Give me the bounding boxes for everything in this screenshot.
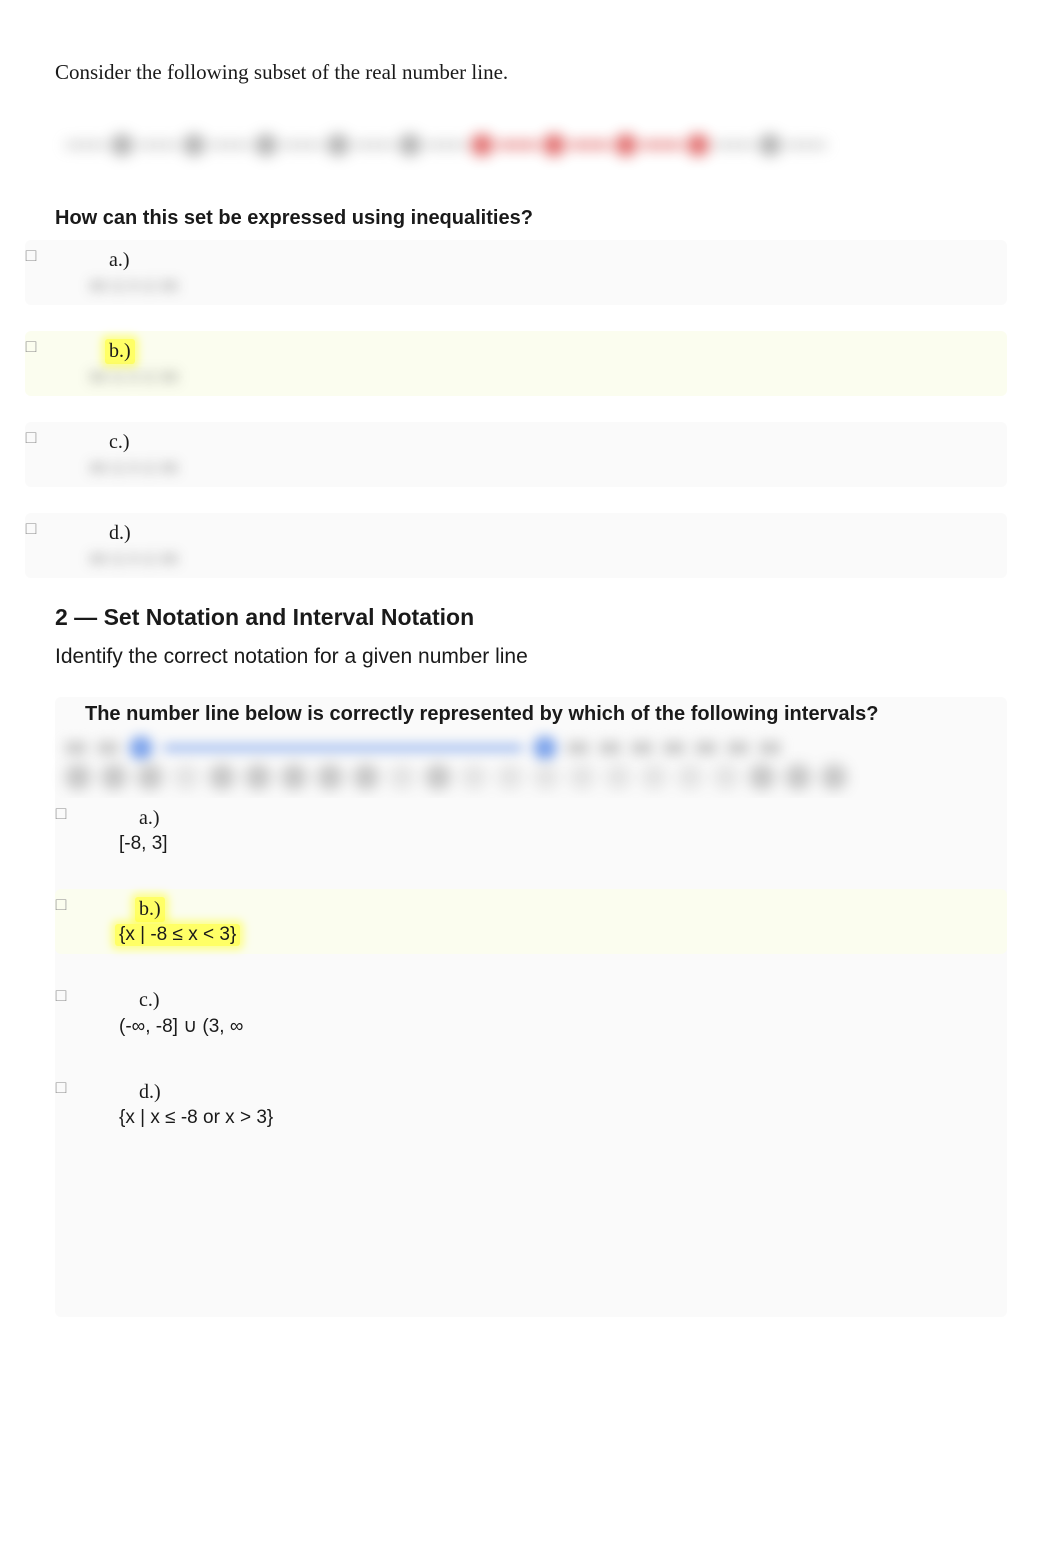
bullet-icon: 🞎 (55, 806, 67, 823)
q1-intro: Consider the following subset of the rea… (55, 60, 1007, 85)
option-answer: {x | x ≤ -8 or x > 3} (115, 1107, 277, 1129)
q2-number-line-image (65, 736, 1007, 760)
option-answer: xx ≤ x ≤ xx (85, 457, 182, 479)
option-answer: (-∞, -8] ∪ (3, ∞ (115, 1015, 247, 1038)
bullet-icon: 🞎 (25, 248, 37, 265)
option-label: d.) (135, 1080, 165, 1105)
q1-option-b[interactable]: 🞎 b.) xx ≤ x ≤ xx (25, 331, 1007, 396)
section-desc: Identify the correct notation for a give… (55, 645, 1007, 669)
q1-option-c[interactable]: 🞎 c.) xx ≤ x ≤ xx (25, 422, 1007, 487)
option-answer: {x | -8 ≤ x < 3} (115, 924, 240, 946)
bullet-icon: 🞎 (25, 430, 37, 447)
bullet-icon: 🞎 (25, 339, 37, 356)
option-label: c.) (135, 988, 164, 1013)
q2-number-line-labels (65, 764, 1007, 790)
option-label: a.) (105, 248, 134, 273)
section-heading: 2 — Set Notation and Interval Notation (55, 604, 1007, 631)
q2-option-b[interactable]: 🞎 b.) {x | -8 ≤ x < 3} (55, 889, 1007, 954)
option-answer: [-8, 3] (115, 833, 172, 855)
option-label: b.) (105, 339, 135, 364)
q1-number-line-image (65, 113, 1007, 177)
q1-option-d[interactable]: 🞎 d.) xx ≤ x ≤ xx (25, 513, 1007, 578)
q2-prompt: The number line below is correctly repre… (85, 703, 1007, 726)
bullet-icon: 🞎 (55, 1080, 67, 1097)
q1-option-a[interactable]: 🞎 a.) xx ≤ x ≤ xx (25, 240, 1007, 305)
option-answer: xx ≤ x ≤ xx (85, 548, 182, 570)
q1-prompt: How can this set be expressed using ineq… (55, 207, 1007, 230)
q1-options: 🞎 a.) xx ≤ x ≤ xx 🞎 b.) xx ≤ x ≤ xx 🞎 c.… (25, 240, 1007, 578)
option-label: a.) (135, 806, 164, 831)
bullet-icon: 🞎 (25, 521, 37, 538)
option-answer: xx ≤ x ≤ xx (85, 366, 182, 388)
q2-option-c[interactable]: 🞎 c.) (-∞, -8] ∪ (3, ∞ (55, 980, 1007, 1046)
bullet-icon: 🞎 (55, 988, 67, 1005)
option-answer: xx ≤ x ≤ xx (85, 275, 182, 297)
bullet-icon: 🞎 (55, 897, 67, 914)
q2-block: The number line below is correctly repre… (55, 697, 1007, 1317)
q2-option-a[interactable]: 🞎 a.) [-8, 3] (55, 798, 1007, 863)
q2-option-d[interactable]: 🞎 d.) {x | x ≤ -8 or x > 3} (55, 1072, 1007, 1137)
option-label: b.) (135, 897, 165, 922)
option-label: c.) (105, 430, 134, 455)
option-label: d.) (105, 521, 135, 546)
